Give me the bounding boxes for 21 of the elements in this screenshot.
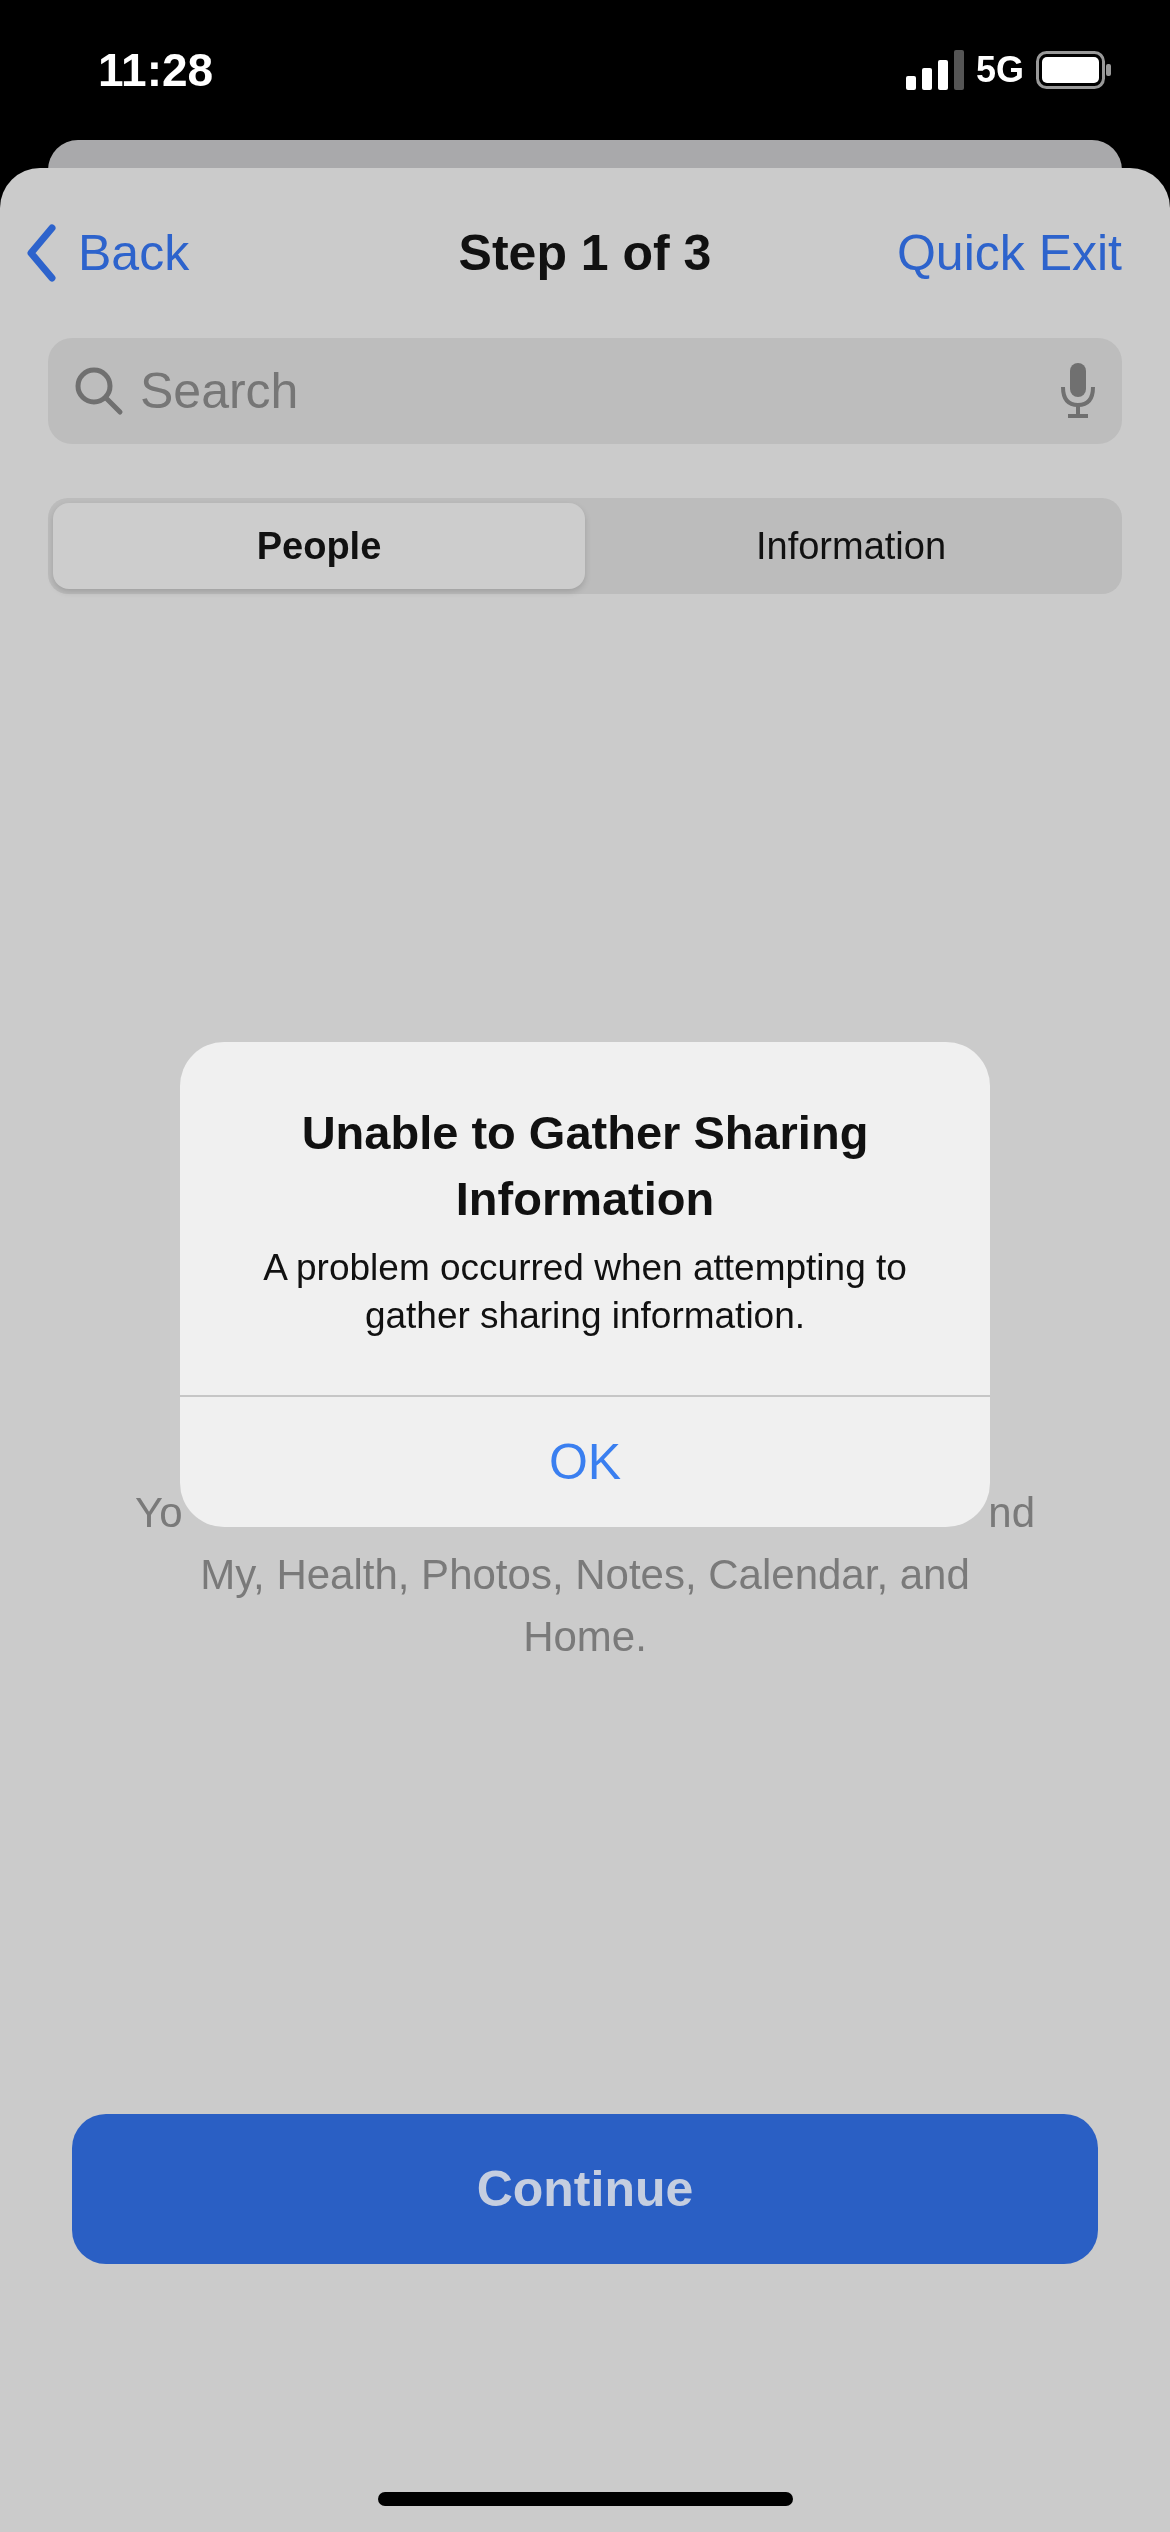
back-button[interactable]: Back <box>26 224 190 282</box>
network-label: 5G <box>975 49 1024 91</box>
description-text: My, Health, Photos, Notes, Calendar, and <box>200 1550 970 1600</box>
battery-icon <box>1036 51 1112 89</box>
continue-button[interactable]: Continue <box>72 2114 1098 2264</box>
step-title: Step 1 of 3 <box>458 224 712 282</box>
search-icon <box>74 366 124 416</box>
status-time: 11:28 <box>98 43 214 97</box>
description-text: Home. <box>523 1612 647 1662</box>
ok-button[interactable]: OK <box>180 1395 990 1527</box>
alert-title: Unable to Gather Sharing Information <box>300 1105 870 1227</box>
search-field[interactable]: Search <box>48 338 1122 444</box>
quick-exit-button[interactable]: Quick Exit <box>896 224 1122 282</box>
segment-tab[interactable]: People <box>53 503 585 589</box>
segment-tab[interactable]: Information <box>585 503 1117 589</box>
alert-message: A problem occurred when attempting to gather sharing information. <box>262 1246 908 1338</box>
microphone-icon[interactable] <box>1060 363 1096 419</box>
chevron-left-icon <box>26 224 56 282</box>
signal-icon <box>905 50 964 90</box>
description-text: nd <box>988 1488 1035 1538</box>
description-text: Yo <box>135 1488 183 1538</box>
